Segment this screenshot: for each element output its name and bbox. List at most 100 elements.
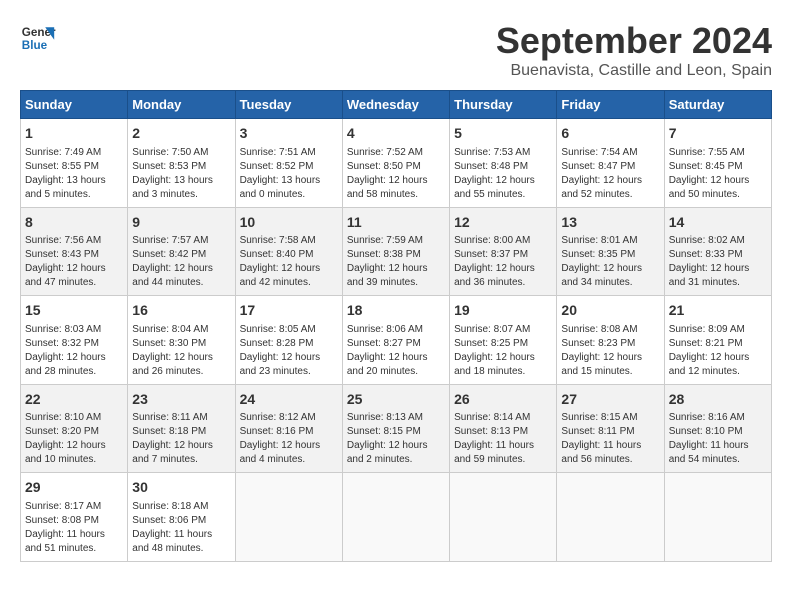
- day-info: Daylight: 12 hours: [561, 262, 659, 276]
- day-info: and 54 minutes.: [669, 453, 767, 467]
- day-info: Sunset: 8:47 PM: [561, 160, 659, 174]
- day-info: Sunrise: 8:08 AM: [561, 323, 659, 337]
- calendar-cell: 2 Sunrise: 7:50 AMSunset: 8:53 PMDaylight…: [128, 119, 235, 208]
- day-info: Daylight: 12 hours: [132, 262, 230, 276]
- day-number: 30: [132, 478, 230, 498]
- column-header-saturday: Saturday: [664, 91, 771, 119]
- calendar-cell: 16Sunrise: 8:04 AMSunset: 8:30 PMDayligh…: [128, 296, 235, 385]
- day-info: Sunset: 8:16 PM: [240, 425, 338, 439]
- day-info: Sunset: 8:32 PM: [25, 337, 123, 351]
- calendar-cell: 29Sunrise: 8:17 AMSunset: 8:08 PMDayligh…: [21, 473, 128, 562]
- day-info: Sunrise: 8:07 AM: [454, 323, 552, 337]
- day-number: 14: [669, 213, 767, 233]
- day-info: Sunset: 8:53 PM: [132, 160, 230, 174]
- day-info: Sunrise: 8:15 AM: [561, 411, 659, 425]
- day-number: 7: [669, 124, 767, 144]
- day-info: Sunset: 8:37 PM: [454, 248, 552, 262]
- day-info: Daylight: 13 hours: [240, 174, 338, 188]
- column-header-sunday: Sunday: [21, 91, 128, 119]
- day-info: and 52 minutes.: [561, 188, 659, 202]
- calendar-cell: [664, 473, 771, 562]
- day-info: Daylight: 12 hours: [561, 174, 659, 188]
- column-header-friday: Friday: [557, 91, 664, 119]
- day-info: Sunset: 8:11 PM: [561, 425, 659, 439]
- day-info: and 28 minutes.: [25, 365, 123, 379]
- calendar-header-row: SundayMondayTuesdayWednesdayThursdayFrid…: [21, 91, 772, 119]
- day-info: Sunrise: 7:56 AM: [25, 234, 123, 248]
- calendar-week-row: 1Sunrise: 7:49 AMSunset: 8:55 PMDaylight…: [21, 119, 772, 208]
- day-info: Daylight: 13 hours: [132, 174, 230, 188]
- day-info: and 0 minutes.: [240, 188, 338, 202]
- day-number: 2: [132, 124, 230, 144]
- day-info: and 31 minutes.: [669, 276, 767, 290]
- day-info: Sunset: 8:08 PM: [25, 514, 123, 528]
- day-info: Sunrise: 8:11 AM: [132, 411, 230, 425]
- day-info: and 51 minutes.: [25, 542, 123, 556]
- day-info: and 55 minutes.: [454, 188, 552, 202]
- day-info: Daylight: 12 hours: [454, 262, 552, 276]
- column-header-monday: Monday: [128, 91, 235, 119]
- day-info: Sunrise: 8:06 AM: [347, 323, 445, 337]
- day-number: 19: [454, 301, 552, 321]
- day-number: 6: [561, 124, 659, 144]
- day-number: 12: [454, 213, 552, 233]
- logo-icon: General Blue: [20, 20, 56, 56]
- day-info: Daylight: 12 hours: [347, 439, 445, 453]
- day-info: Sunset: 8:25 PM: [454, 337, 552, 351]
- day-info: Sunset: 8:40 PM: [240, 248, 338, 262]
- day-info: Sunset: 8:28 PM: [240, 337, 338, 351]
- day-info: Daylight: 12 hours: [347, 174, 445, 188]
- calendar-cell: 6 Sunrise: 7:54 AMSunset: 8:47 PMDaylight…: [557, 119, 664, 208]
- day-number: 10: [240, 213, 338, 233]
- day-info: Sunrise: 7:50 AM: [132, 146, 230, 160]
- day-number: 16: [132, 301, 230, 321]
- calendar-cell: 30Sunrise: 8:18 AMSunset: 8:06 PMDayligh…: [128, 473, 235, 562]
- day-info: Sunrise: 8:14 AM: [454, 411, 552, 425]
- day-info: Daylight: 11 hours: [669, 439, 767, 453]
- day-info: and 7 minutes.: [132, 453, 230, 467]
- day-info: Sunrise: 8:00 AM: [454, 234, 552, 248]
- day-info: Sunrise: 8:18 AM: [132, 500, 230, 514]
- day-info: Sunrise: 8:04 AM: [132, 323, 230, 337]
- day-info: Sunrise: 7:55 AM: [669, 146, 767, 160]
- day-number: 20: [561, 301, 659, 321]
- day-info: Sunrise: 8:01 AM: [561, 234, 659, 248]
- day-info: Daylight: 12 hours: [454, 174, 552, 188]
- calendar-cell: 14Sunrise: 8:02 AMSunset: 8:33 PMDayligh…: [664, 207, 771, 296]
- day-info: Daylight: 11 hours: [561, 439, 659, 453]
- day-info: Sunset: 8:23 PM: [561, 337, 659, 351]
- day-info: Daylight: 11 hours: [454, 439, 552, 453]
- calendar-cell: 5Sunrise: 7:53 AMSunset: 8:48 PMDaylight…: [450, 119, 557, 208]
- calendar-cell: 3Sunrise: 7:51 AMSunset: 8:52 PMDaylight…: [235, 119, 342, 208]
- day-number: 22: [25, 390, 123, 410]
- day-info: Sunset: 8:20 PM: [25, 425, 123, 439]
- calendar-cell: [557, 473, 664, 562]
- day-info: Sunrise: 8:13 AM: [347, 411, 445, 425]
- day-info: Daylight: 12 hours: [132, 351, 230, 365]
- day-number: 17: [240, 301, 338, 321]
- day-info: Daylight: 12 hours: [240, 262, 338, 276]
- day-info: Sunrise: 8:05 AM: [240, 323, 338, 337]
- day-info: Sunrise: 7:54 AM: [561, 146, 659, 160]
- day-info: Sunrise: 7:59 AM: [347, 234, 445, 248]
- day-info: Sunset: 8:33 PM: [669, 248, 767, 262]
- day-info: and 34 minutes.: [561, 276, 659, 290]
- calendar-cell: 4Sunrise: 7:52 AMSunset: 8:50 PMDaylight…: [342, 119, 449, 208]
- day-info: and 58 minutes.: [347, 188, 445, 202]
- day-info: Daylight: 11 hours: [25, 528, 123, 542]
- day-info: Daylight: 12 hours: [25, 262, 123, 276]
- calendar-week-row: 29Sunrise: 8:17 AMSunset: 8:08 PMDayligh…: [21, 473, 772, 562]
- day-info: Daylight: 12 hours: [25, 351, 123, 365]
- day-info: Sunset: 8:21 PM: [669, 337, 767, 351]
- calendar-week-row: 8Sunrise: 7:56 AMSunset: 8:43 PMDaylight…: [21, 207, 772, 296]
- day-number: 23: [132, 390, 230, 410]
- day-info: Sunrise: 7:58 AM: [240, 234, 338, 248]
- calendar-cell: 8Sunrise: 7:56 AMSunset: 8:43 PMDaylight…: [21, 207, 128, 296]
- day-info: Sunset: 8:10 PM: [669, 425, 767, 439]
- column-header-wednesday: Wednesday: [342, 91, 449, 119]
- day-info: Sunrise: 7:52 AM: [347, 146, 445, 160]
- day-info: Sunrise: 7:53 AM: [454, 146, 552, 160]
- day-info: Daylight: 12 hours: [347, 262, 445, 276]
- calendar-cell: [450, 473, 557, 562]
- day-number: 15: [25, 301, 123, 321]
